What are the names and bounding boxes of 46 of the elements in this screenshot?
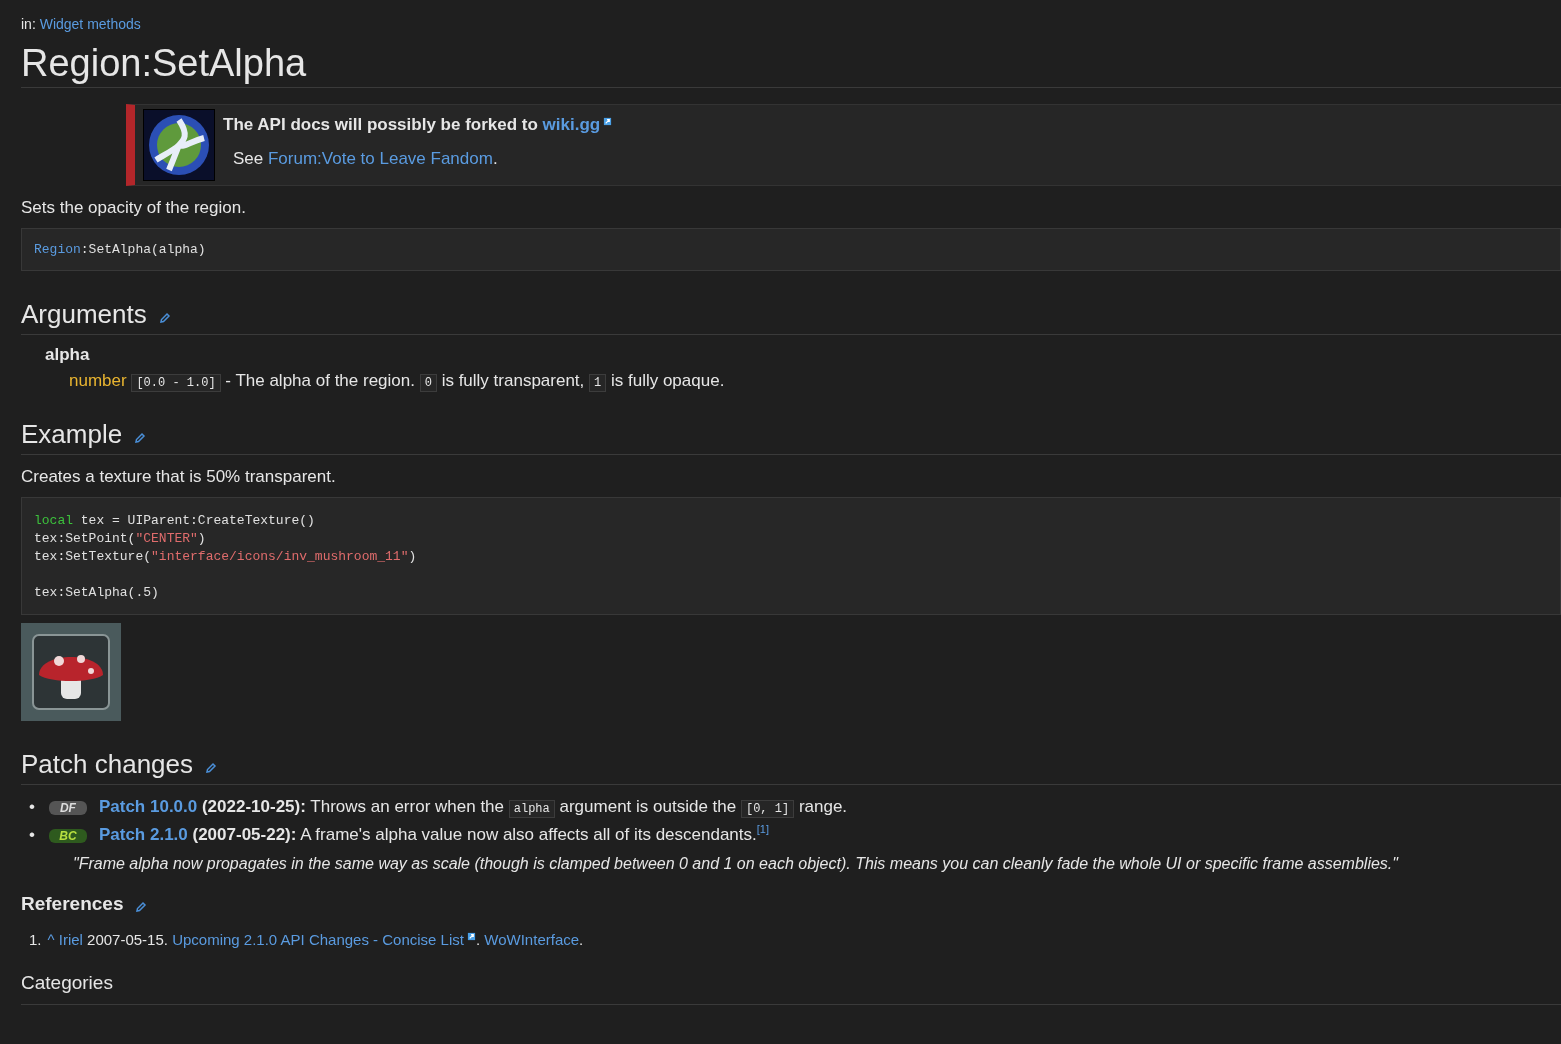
edit-icon[interactable] bbox=[158, 311, 171, 324]
notice-headline: The API docs will possibly be forked to wiki.gg bbox=[223, 115, 613, 135]
breadcrumb-label: in: bbox=[21, 16, 36, 32]
external-link[interactable]: wiki.gg bbox=[542, 115, 613, 134]
edit-icon[interactable] bbox=[205, 761, 217, 774]
code-block: local tex = UIParent:CreateTexture() tex:SetPoint("CENTER") tex:SetTexture("interface/icons/inv_mushroom_11") tex:SetAlpha(.5) bbox=[21, 497, 1561, 615]
mushroom-icon bbox=[21, 623, 121, 721]
patch-link[interactable]: Patch 10.0.0 bbox=[98, 797, 198, 816]
forum-link[interactable]: Forum:Vote to Leave Fandom bbox=[268, 149, 493, 168]
section-heading: Patch changes bbox=[21, 749, 193, 780]
inline-code: alpha bbox=[508, 800, 555, 818]
category-link[interactable]: Widget methods bbox=[39, 16, 141, 32]
notice-text: See Forum:Vote to Leave Fandom. bbox=[233, 149, 499, 169]
reference-link[interactable]: ^ Iriel bbox=[47, 930, 83, 948]
edit-icon[interactable] bbox=[135, 900, 148, 913]
categories-heading: Categories bbox=[21, 971, 1561, 1005]
expansion-logo: BC bbox=[48, 828, 87, 843]
patch-note: Patch 10.0.0 (2022-10-25): Throws an error when the alpha argument is outside the [0, 1] range. bbox=[98, 797, 848, 816]
reference-link[interactable]: Upcoming 2.1.0 API Changes - Concise List bbox=[172, 930, 476, 948]
reference-number: 1. bbox=[29, 930, 42, 948]
inline-code: 1 bbox=[589, 374, 607, 392]
section-heading: Arguments bbox=[21, 299, 147, 330]
page-title: Region:SetAlpha bbox=[21, 42, 1561, 88]
inline-code: [0, 1] bbox=[740, 800, 795, 818]
globe-swirl-icon bbox=[143, 109, 215, 181]
inline-code: 0 bbox=[419, 374, 437, 392]
patch-link[interactable]: Patch 2.1.0 bbox=[98, 824, 188, 844]
reference-link[interactable]: WoWInterface bbox=[484, 930, 580, 948]
external-link-icon bbox=[466, 931, 476, 941]
list-bullet: • bbox=[29, 797, 35, 816]
example-text: Creates a texture that is 50% transparent. bbox=[21, 467, 337, 487]
section-heading: References bbox=[21, 892, 124, 915]
list-bullet: • bbox=[29, 824, 35, 844]
footnote-link[interactable]: [1] bbox=[756, 823, 769, 835]
argument-description: number [0.0 - 1.0] - The alpha of the region. 0 is fully transparent, 1 is fully opaque. bbox=[69, 371, 726, 391]
edit-icon[interactable] bbox=[134, 431, 147, 444]
patch-note: Patch 2.1.0 (2007-05-22): A frame's alpha value now also affects all of its descendants.$^{[1]}$ bbox=[98, 824, 769, 844]
signature-code: Region:SetAlpha(alpha) bbox=[21, 228, 1561, 271]
section-heading: Example bbox=[21, 419, 123, 450]
expansion-logo: DF bbox=[48, 801, 87, 815]
inline-code: [0.0 - 1.0] bbox=[131, 374, 221, 392]
quote-text: "Frame alpha now propagates in the same way as scale (though is clamped between 0 and 1 on each object). This means you can cleanly fade the whole UI or specific frame assemblies." bbox=[73, 854, 1400, 873]
argument-name: alpha bbox=[45, 345, 91, 365]
reference-text: ^ Iriel 2007-05-15. Upcoming 2.1.0 API Changes - Concise List . WoWInterface. bbox=[47, 930, 584, 948]
external-link-icon bbox=[603, 117, 613, 126]
summary-text: Sets the opacity of the region. bbox=[21, 198, 247, 218]
